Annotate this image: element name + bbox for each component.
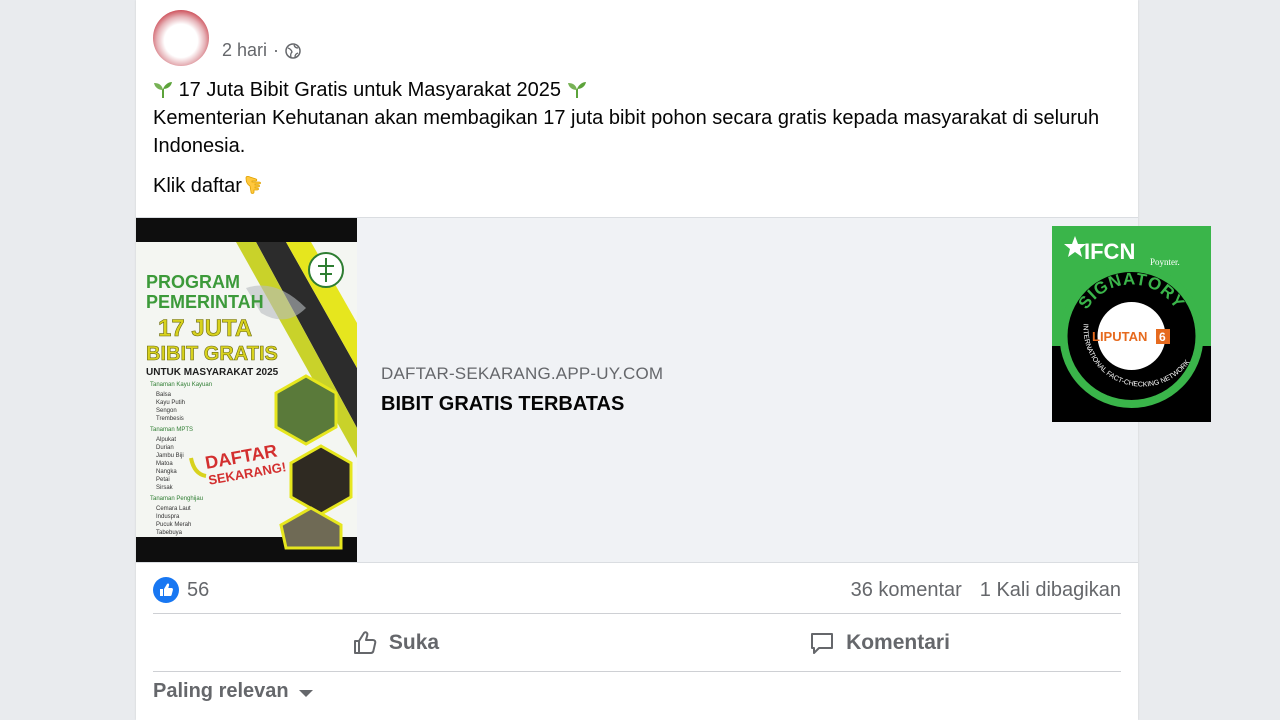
post-text: 17 Juta Bibit Gratis untuk Masyarakat 20… xyxy=(153,76,1103,200)
like-button-label: Suka xyxy=(388,631,440,654)
link-preview[interactable]: PROGRAM PEMERINTAH 17 JUTA BIBIT GRATIS … xyxy=(136,217,1211,563)
post-cta-line: Klik daftar xyxy=(153,172,1103,200)
post-meta: 2 hari · xyxy=(222,40,301,61)
poster-s2-item: Petai xyxy=(156,477,170,483)
poster-line2: PEMERINTAH xyxy=(146,292,264,312)
like-reaction-icon[interactable] xyxy=(153,577,179,603)
engagement-stats: 56 36 komentar 1 Kali dibagikan xyxy=(153,574,1121,606)
share-count[interactable]: 1 Kali dibagikan xyxy=(980,579,1121,602)
post-headline: 17 Juta Bibit Gratis untuk Masyarakat 20… xyxy=(178,79,561,101)
poster-line5: UNTUK MASYARAKAT 2025 xyxy=(146,367,279,378)
liputan-text: LIPUTAN xyxy=(1092,329,1147,344)
poster-s2-item: Sirsak xyxy=(156,485,174,491)
divider xyxy=(153,613,1121,614)
post-body: Kementerian Kehutanan akan membagikan 17… xyxy=(153,107,1100,157)
avatar[interactable] xyxy=(153,10,209,66)
poster-s3-item: Pucuk Merah xyxy=(156,522,191,528)
poster-graphic: PROGRAM PEMERINTAH 17 JUTA BIBIT GRATIS … xyxy=(136,242,357,550)
poster-s1-item: Kayu Putih xyxy=(156,400,185,406)
poster-section3: Tanaman Penghijau xyxy=(150,496,203,502)
divider xyxy=(153,671,1121,672)
poster-s2-item: Alpukat xyxy=(156,437,176,443)
poster-s2-item: Nangka xyxy=(156,469,177,475)
poster-section2: Tanaman MPTS xyxy=(150,427,193,433)
poster-s2-item: Matoa xyxy=(156,461,173,467)
post-time[interactable]: 2 hari xyxy=(222,40,267,61)
seedling-icon xyxy=(567,82,586,98)
poster-s2-item: Jambu Biji xyxy=(156,453,184,459)
comment-share-stats: 36 komentar 1 Kali dibagikan xyxy=(851,579,1121,602)
poster-s3-item: Cemara Laut xyxy=(156,506,191,512)
meta-separator: · xyxy=(273,40,280,60)
poster-line4: BIBIT GRATIS xyxy=(146,343,278,365)
caret-down-icon xyxy=(298,689,313,697)
ifcn-logo-text: IFCN xyxy=(1084,239,1135,264)
post-headline-line: 17 Juta Bibit Gratis untuk Masyarakat 20… xyxy=(153,76,1103,104)
comment-count[interactable]: 36 komentar xyxy=(851,579,962,602)
poster-s1-item: Trembesis xyxy=(156,416,184,422)
reaction-summary[interactable]: 56 xyxy=(153,577,209,603)
post-card: 2 hari · 17 Juta Bibit Gratis untuk Masy… xyxy=(136,0,1211,720)
thumbs-up-icon xyxy=(353,631,377,654)
poster-line1: PROGRAM xyxy=(146,272,240,292)
poster-s3-item: Tabebuya xyxy=(156,530,183,536)
poster-s1-item: Balsa xyxy=(156,392,172,398)
comment-button-label: Komentari xyxy=(846,631,950,654)
link-preview-image: PROGRAM PEMERINTAH 17 JUTA BIBIT GRATIS … xyxy=(136,218,357,562)
like-count[interactable]: 56 xyxy=(187,579,209,602)
comment-sort-dropdown[interactable]: Paling relevan xyxy=(153,680,313,703)
sort-label: Paling relevan xyxy=(153,680,289,702)
poster-s3-item: Induspra xyxy=(156,514,180,520)
comment-icon xyxy=(811,633,834,654)
post-cta: Klik daftar xyxy=(153,175,242,197)
pointing-down-icon xyxy=(245,175,261,194)
ifcn-signatory-badge: IFCN Poynter. SIGNATORY INTERNATIONAL FA… xyxy=(1052,226,1211,422)
like-button[interactable]: Suka xyxy=(153,616,637,670)
poynter-text: Poynter. xyxy=(1150,257,1180,267)
liputan-number: 6 xyxy=(1159,330,1166,344)
link-domain[interactable]: DAFTAR-SEKARANG.APP-UY.COM xyxy=(381,364,663,384)
link-title[interactable]: BIBIT GRATIS TERBATAS xyxy=(381,393,624,416)
poster-line3: 17 JUTA xyxy=(158,315,252,342)
post-actions: Suka Komentari xyxy=(153,616,1121,670)
seedling-icon xyxy=(154,82,172,98)
poster-section1: Tanaman Kayu Kayuan xyxy=(150,382,212,388)
globe-icon[interactable] xyxy=(285,42,301,59)
poster-s2-item: Durian xyxy=(156,445,174,451)
comment-button[interactable]: Komentari xyxy=(637,616,1121,670)
poster-s1-item: Sengon xyxy=(156,408,177,414)
